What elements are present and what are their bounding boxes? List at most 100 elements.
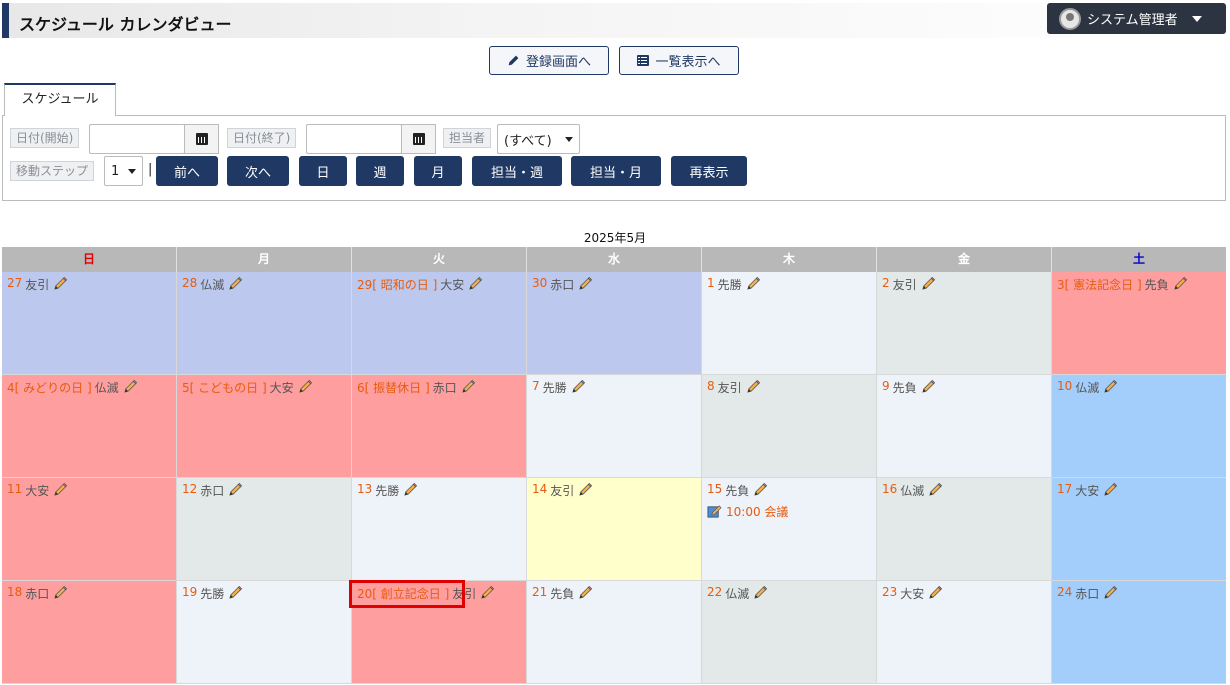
user-menu[interactable]: システム管理者: [1047, 3, 1226, 34]
calendar-day-cell[interactable]: 4[ みどりの日 ] 仏滅: [2, 375, 177, 478]
day-header: 24 赤口: [1057, 585, 1221, 602]
pencil-icon[interactable]: [571, 379, 586, 394]
pencil-icon[interactable]: [53, 276, 68, 291]
pencil-icon[interactable]: [928, 585, 943, 600]
rokuyo-label: 先勝: [375, 484, 400, 498]
pencil-icon[interactable]: [578, 585, 593, 600]
date-start-input[interactable]: [89, 124, 185, 154]
calendar-day-cell[interactable]: 6[ 振替休日 ] 赤口: [352, 375, 527, 478]
assignee-week-button[interactable]: 担当・週: [472, 156, 562, 186]
month-view-button[interactable]: 月: [414, 156, 462, 186]
pencil-icon[interactable]: [928, 482, 943, 497]
calendar-day-cell[interactable]: 19 先勝: [177, 581, 352, 684]
calendar-day-cell[interactable]: 24 赤口: [1052, 581, 1226, 684]
calendar-day-cell[interactable]: 12 赤口: [177, 478, 352, 581]
assignee-month-button[interactable]: 担当・月: [571, 156, 661, 186]
day-number: 21: [532, 585, 548, 599]
calendar-day-cell[interactable]: 14 友引: [527, 478, 702, 581]
calendar-day-cell[interactable]: 10 仏滅: [1052, 375, 1226, 478]
calendar-day-cell[interactable]: 27 友引: [2, 272, 177, 375]
caret-down-icon: [1191, 15, 1202, 22]
user-avatar-icon: [1059, 7, 1081, 30]
rokuyo-label: 大安: [440, 278, 465, 292]
pencil-icon[interactable]: [53, 585, 68, 600]
pencil-icon[interactable]: [753, 482, 768, 497]
pencil-icon[interactable]: [53, 482, 68, 497]
calendar-day-cell[interactable]: 18 赤口: [2, 581, 177, 684]
calendar-day-cell[interactable]: 16 仏滅: [877, 478, 1052, 581]
date-end-input[interactable]: [306, 124, 402, 154]
weekday-0: 日: [2, 247, 177, 272]
pencil-icon[interactable]: [1173, 276, 1188, 291]
weekday-3: 水: [527, 247, 702, 272]
calendar-day-cell[interactable]: 13 先勝: [352, 478, 527, 581]
pencil-icon[interactable]: [578, 482, 593, 497]
next-button[interactable]: 次へ: [227, 156, 289, 186]
pencil-icon[interactable]: [746, 379, 761, 394]
pencil-icon[interactable]: [228, 585, 243, 600]
calendar-event[interactable]: 10:00 会議: [707, 503, 871, 520]
calendar-day-cell[interactable]: 2 友引: [877, 272, 1052, 375]
day-header: 29[ 昭和の日 ] 大安: [357, 276, 521, 293]
prev-button[interactable]: 前へ: [156, 156, 218, 186]
pencil-icon[interactable]: [1103, 379, 1118, 394]
pencil-icon[interactable]: [228, 482, 243, 497]
pencil-icon[interactable]: [746, 276, 761, 291]
day-number: 15: [707, 482, 723, 496]
calendar-day-cell[interactable]: 23 大安: [877, 581, 1052, 684]
pencil-icon[interactable]: [298, 379, 313, 394]
pencil-icon[interactable]: [480, 585, 495, 600]
pencil-icon[interactable]: [123, 379, 138, 394]
rokuyo-label: 仏滅: [200, 278, 225, 292]
user-name: システム管理者: [1087, 13, 1178, 28]
day-number: 7: [532, 379, 540, 393]
day-header: 18 赤口: [7, 585, 171, 602]
day-number: 3[ 憲法記念日 ]: [1057, 278, 1142, 292]
pencil-icon[interactable]: [921, 276, 936, 291]
pencil-icon[interactable]: [921, 379, 936, 394]
day-view-button[interactable]: 日: [299, 156, 347, 186]
week-view-button[interactable]: 週: [356, 156, 404, 186]
rokuyo-label: 友引: [892, 278, 917, 292]
calendar-week-row: 27 友引 28 仏滅 29[ 昭和の日 ] 大安 30 赤口 1 先勝 2 友引 3[ 憲法記念日 ]…: [2, 272, 1226, 375]
calendar-day-cell[interactable]: 17 大安: [1052, 478, 1226, 581]
day-header: 11 大安: [7, 482, 171, 499]
rokuyo-label: 先勝: [717, 278, 742, 292]
calendar-day-cell[interactable]: 21 先負: [527, 581, 702, 684]
tab-schedule[interactable]: スケジュール: [4, 83, 116, 116]
pencil-icon[interactable]: [1103, 585, 1118, 600]
calendar-day-cell[interactable]: 29[ 昭和の日 ] 大安: [352, 272, 527, 375]
pencil-icon[interactable]: [461, 379, 476, 394]
day-header: 1 先勝: [707, 276, 871, 293]
calendar-icon: [412, 133, 425, 145]
date-start-picker-button[interactable]: [184, 124, 219, 154]
pencil-icon[interactable]: [753, 585, 768, 600]
calendar-day-cell[interactable]: 5[ こどもの日 ] 大安: [177, 375, 352, 478]
list-icon: [637, 55, 650, 66]
refresh-button[interactable]: 再表示: [671, 156, 747, 186]
rokuyo-label: 先負: [725, 484, 750, 498]
day-header: 4[ みどりの日 ] 仏滅: [7, 379, 171, 396]
calendar-day-cell[interactable]: 20[ 創立記念日 ] 友引: [352, 581, 527, 684]
calendar-day-cell[interactable]: 9 先負: [877, 375, 1052, 478]
register-screen-button[interactable]: 登録画面へ: [489, 46, 609, 75]
calendar-day-cell[interactable]: 3[ 憲法記念日 ] 先負: [1052, 272, 1226, 375]
pencil-icon[interactable]: [403, 482, 418, 497]
calendar-day-cell[interactable]: 8 友引: [702, 375, 877, 478]
step-select[interactable]: 1: [104, 156, 143, 186]
calendar-day-cell[interactable]: 28 仏滅: [177, 272, 352, 375]
pencil-icon[interactable]: [578, 276, 593, 291]
pencil-icon[interactable]: [468, 276, 483, 291]
date-end-picker-button[interactable]: [401, 124, 436, 154]
list-view-button[interactable]: 一覧表示へ: [619, 46, 739, 75]
calendar-day-cell[interactable]: 11 大安: [2, 478, 177, 581]
assignee-select[interactable]: (すべて): [497, 124, 580, 154]
day-header: 6[ 振替休日 ] 赤口: [357, 379, 521, 396]
calendar-day-cell[interactable]: 30 赤口: [527, 272, 702, 375]
calendar-day-cell[interactable]: 22 仏滅: [702, 581, 877, 684]
pencil-icon[interactable]: [1103, 482, 1118, 497]
calendar-day-cell[interactable]: 15 先負 10:00 会議: [702, 478, 877, 581]
calendar-day-cell[interactable]: 7 先勝: [527, 375, 702, 478]
calendar-day-cell[interactable]: 1 先勝: [702, 272, 877, 375]
pencil-icon[interactable]: [228, 276, 243, 291]
